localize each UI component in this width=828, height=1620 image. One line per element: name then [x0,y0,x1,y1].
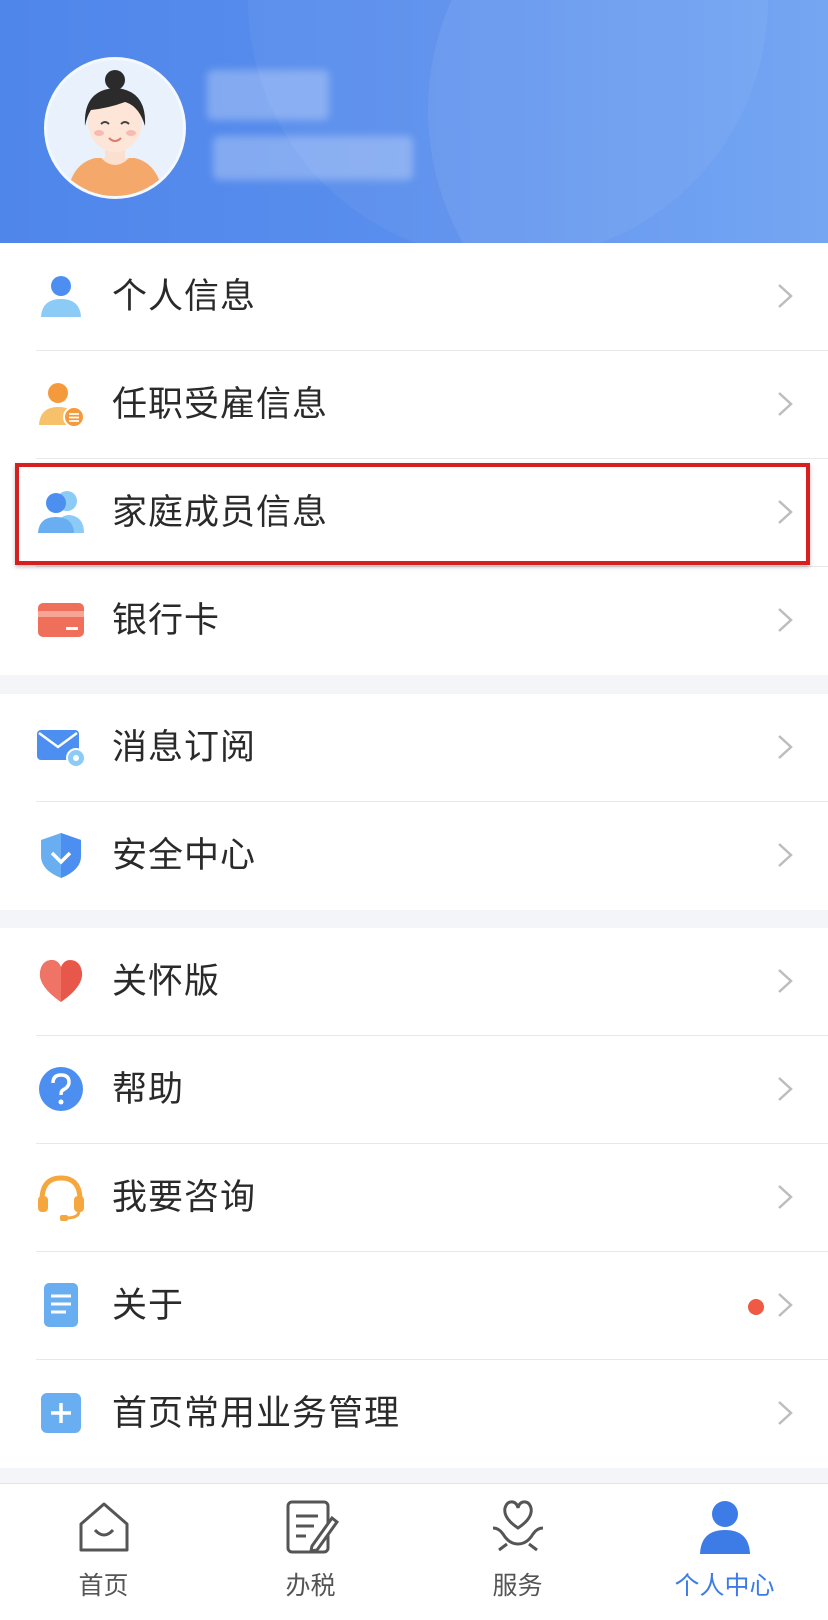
service-icon [492,1500,544,1552]
menu-item-label: 个人信息 [112,277,257,317]
message-subscribe-icon [37,730,86,768]
chevron-right-icon [778,1077,793,1101]
menu-item-about[interactable]: 关于 [0,1252,828,1360]
profile-icon [700,1501,750,1554]
tab-label: 办税 [285,1571,336,1600]
person-icon [41,276,81,317]
chevron-right-icon [778,1401,793,1425]
profile-header [0,0,828,243]
menu-item-label: 关怀版 [112,962,221,1002]
user-name-redacted [207,70,329,120]
menu-item-security-center[interactable]: 安全中心 [0,802,828,910]
headset-icon [38,1175,84,1221]
menu-group-account: 个人信息 任职受雇信息 家庭成员信息 银行卡 [0,243,828,675]
tab-label: 首页 [78,1571,129,1600]
menu-item-help[interactable]: 帮助 [0,1036,828,1144]
tax-icon [286,1500,340,1554]
menu-item-care-mode[interactable]: 关怀版 [0,928,828,1036]
chevron-right-icon [778,284,793,308]
header-decoration [428,0,828,243]
menu-item-personal-info[interactable]: 个人信息 [0,243,828,351]
menu-item-home-shortcuts[interactable]: 首页常用业务管理 [0,1360,828,1468]
plus-icon [41,1393,81,1433]
tab-service[interactable]: 服务 [414,1484,621,1620]
chevron-right-icon [778,608,793,632]
menu-item-label: 银行卡 [112,601,221,641]
menu-item-family-info[interactable]: 家庭成员信息 [0,459,828,567]
bottom-tab-bar: 首页 办税 服务 个人中心 [0,1483,828,1620]
chevron-right-icon [778,500,793,524]
chevron-right-icon [778,1293,793,1317]
menu-item-label: 关于 [112,1286,185,1326]
chevron-right-icon [778,392,793,416]
help-icon [39,1067,83,1111]
notification-dot [748,1299,764,1315]
chevron-right-icon [778,969,793,993]
menu-item-label: 帮助 [112,1070,185,1110]
chevron-right-icon [778,735,793,759]
document-icon [44,1283,78,1327]
chevron-right-icon [778,843,793,867]
tab-label: 服务 [492,1571,543,1600]
menu-item-label: 我要咨询 [112,1178,257,1218]
menu-item-employment-info[interactable]: 任职受雇信息 [0,351,828,459]
tab-home[interactable]: 首页 [0,1484,207,1620]
avatar[interactable] [44,57,186,199]
tab-profile[interactable]: 个人中心 [621,1484,828,1620]
menu-item-message-subscribe[interactable]: 消息订阅 [0,694,828,802]
shield-icon [41,833,81,878]
menu-item-bank-card[interactable]: 银行卡 [0,567,828,675]
family-icon [38,491,84,533]
menu-item-label: 首页常用业务管理 [112,1394,401,1434]
bank-card-icon [38,603,84,637]
menu-item-label: 家庭成员信息 [112,493,329,533]
menu-group-support: 关怀版 帮助 我要咨询 关于 首页常用业务管理 [0,928,828,1468]
tab-label: 个人中心 [674,1571,775,1600]
chevron-right-icon [778,1185,793,1209]
menu-item-label: 任职受雇信息 [112,385,329,425]
menu-item-label: 消息订阅 [112,728,257,768]
tab-tax[interactable]: 办税 [207,1484,414,1620]
home-icon [79,1502,129,1552]
heart-icon [39,960,83,1002]
menu-group-settings: 消息订阅 安全中心 [0,694,828,910]
user-id-redacted [213,136,413,180]
menu-item-consult[interactable]: 我要咨询 [0,1144,828,1252]
employment-icon [39,383,85,428]
menu-item-label: 安全中心 [112,836,257,876]
